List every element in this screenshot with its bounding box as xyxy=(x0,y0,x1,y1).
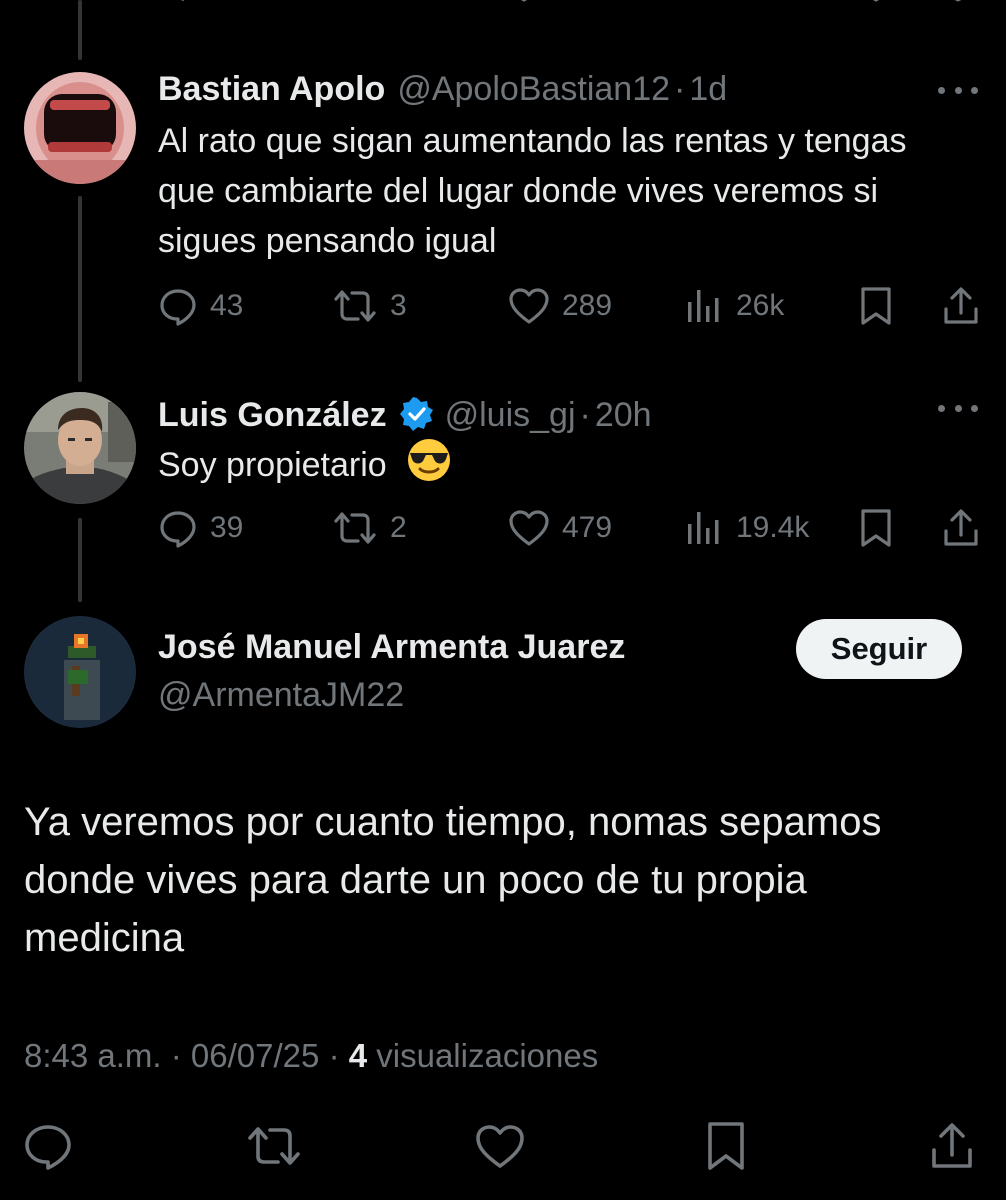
like-count: 289 xyxy=(562,289,613,322)
thread-line-2 xyxy=(78,518,82,602)
author-handle[interactable]: @luis_gj xyxy=(445,396,576,435)
post-time[interactable]: 20h xyxy=(595,396,652,435)
reply-actions: 43 3 289 26k xyxy=(158,284,978,328)
avatar-image xyxy=(24,392,136,504)
dot xyxy=(971,86,978,94)
views-chart-icon xyxy=(688,512,719,544)
retweet-icon xyxy=(334,512,376,544)
main-tweet-text: Ya veremos por cuanto tiempo, nomas sepa… xyxy=(24,800,882,960)
reply-button[interactable] xyxy=(20,1118,76,1174)
like-button[interactable]: 289 xyxy=(508,284,612,328)
thread-line-1 xyxy=(78,196,82,382)
more-options-button[interactable] xyxy=(938,80,978,100)
reply-header: Bastian Apolo @ApoloBastian12 · 1d xyxy=(158,70,727,109)
previous-tweet-actions-partial xyxy=(0,0,1006,4)
main-author-handle[interactable]: @ArmentaJM22 xyxy=(158,676,404,715)
thread-line-top xyxy=(78,0,82,60)
avatar-luis[interactable] xyxy=(24,392,136,504)
heart-icon xyxy=(509,510,549,546)
heart-icon xyxy=(509,288,549,324)
share-button[interactable] xyxy=(942,284,992,328)
follow-button[interactable]: Seguir xyxy=(796,619,962,679)
like-button[interactable]: 479 xyxy=(508,506,612,550)
views-label[interactable]: visualizaciones xyxy=(376,1037,598,1074)
retweet-icon xyxy=(248,1127,300,1165)
tweet-meta: 8:43 a.m. · 06/07/25 · 4 visualizaciones xyxy=(24,1037,598,1075)
heart-icon xyxy=(476,1125,524,1168)
reply-button[interactable]: 39 xyxy=(158,506,243,550)
reply-header: Luis González @luis_gj · 20h xyxy=(158,390,652,435)
share-icon xyxy=(932,1123,972,1168)
author-name[interactable]: Luis González xyxy=(158,396,387,435)
author-name[interactable]: Bastian Apolo xyxy=(158,70,385,109)
retweet-button[interactable]: 2 xyxy=(332,506,407,550)
main-author-name[interactable]: José Manuel Armenta Juarez xyxy=(158,628,625,667)
like-count: 479 xyxy=(562,511,613,544)
share-icon xyxy=(944,287,978,324)
share-icon xyxy=(944,509,978,546)
post-time[interactable]: 1d xyxy=(689,70,727,109)
views-button[interactable]: 19.4k xyxy=(684,506,809,550)
reply-text: Al rato que sigan aumentando las rentas … xyxy=(158,122,907,260)
dot xyxy=(954,404,962,412)
views-button[interactable]: 26k xyxy=(684,284,784,328)
tweet-date[interactable]: 06/07/25 xyxy=(191,1037,319,1074)
retweet-count: 3 xyxy=(390,289,407,322)
separator-dot: · xyxy=(674,70,686,108)
bookmark-icon xyxy=(708,1122,744,1170)
tweet-time[interactable]: 8:43 a.m. xyxy=(24,1037,162,1074)
retweet-button[interactable]: 3 xyxy=(332,284,407,328)
reply-count: 43 xyxy=(210,289,244,322)
separator-dot: · xyxy=(170,1037,182,1074)
main-tweet-actions xyxy=(0,1118,1006,1174)
avatar-image xyxy=(24,616,136,728)
reply-icon xyxy=(160,289,196,326)
sunglasses-emoji-icon xyxy=(406,437,452,497)
separator-dot: · xyxy=(579,396,591,434)
reply-text: Soy propietario xyxy=(158,437,948,497)
avatar-bastian[interactable] xyxy=(24,72,136,184)
dot xyxy=(971,404,978,412)
reply-text-content: Soy propietario xyxy=(158,445,387,484)
reply-icon xyxy=(25,1125,71,1170)
reply-button[interactable]: 43 xyxy=(158,284,243,328)
bookmark-button[interactable] xyxy=(858,506,906,550)
share-button[interactable] xyxy=(924,1118,980,1174)
bookmark-button[interactable] xyxy=(698,1118,754,1174)
bookmark-button[interactable] xyxy=(858,284,906,328)
view-count: 19.4k xyxy=(736,511,810,544)
verified-badge-icon[interactable] xyxy=(399,396,435,441)
bookmark-icon xyxy=(861,287,891,325)
views-chart-icon xyxy=(688,290,719,322)
reply-actions: 39 2 479 19.4k xyxy=(158,506,978,550)
like-button[interactable] xyxy=(472,1118,528,1174)
retweet-count: 2 xyxy=(390,511,407,544)
separator-dot: · xyxy=(328,1037,340,1074)
avatar-image xyxy=(24,72,136,184)
dot xyxy=(938,86,945,94)
more-options-button[interactable] xyxy=(938,398,978,418)
share-button[interactable] xyxy=(942,506,992,550)
reply-count: 39 xyxy=(210,511,244,544)
retweet-icon xyxy=(334,290,376,322)
dot xyxy=(938,404,945,412)
retweet-button[interactable] xyxy=(246,1118,302,1174)
view-count: 26k xyxy=(736,289,785,322)
avatar-armenta[interactable] xyxy=(24,616,136,728)
dot xyxy=(954,86,962,94)
reply-icon xyxy=(160,511,196,548)
views-count[interactable]: 4 xyxy=(349,1037,367,1074)
author-handle[interactable]: @ApoloBastian12 xyxy=(397,70,670,109)
bookmark-icon xyxy=(861,509,891,547)
